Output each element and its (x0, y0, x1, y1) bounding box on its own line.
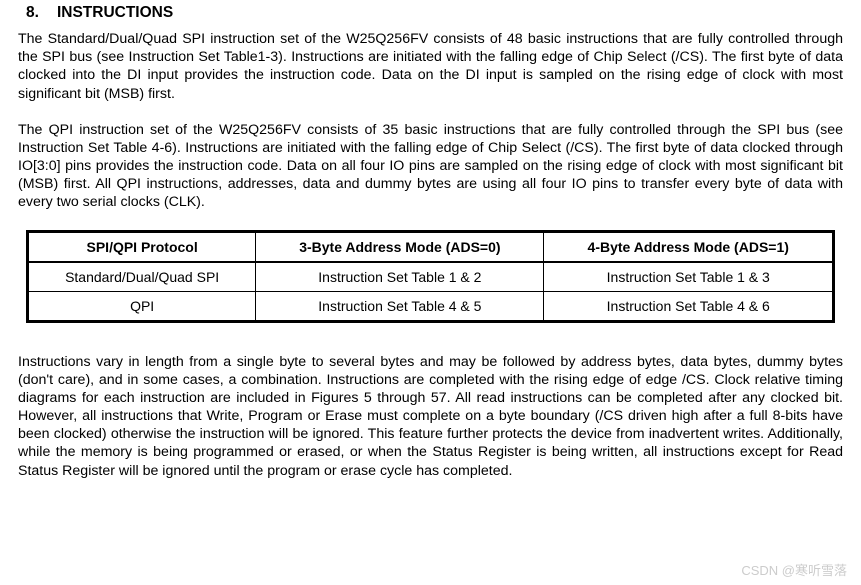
cell-3byte: Instruction Set Table 1 & 2 (256, 262, 544, 292)
paragraph-1: The Standard/Dual/Quad SPI instruction s… (18, 30, 843, 103)
cell-3byte: Instruction Set Table 4 & 5 (256, 291, 544, 321)
cell-4byte: Instruction Set Table 4 & 6 (544, 291, 834, 321)
header-3byte: 3-Byte Address Mode (ADS=0) (256, 231, 544, 262)
paragraph-3: Instructions vary in length from a singl… (18, 353, 843, 480)
table-row: Standard/Dual/Quad SPI Instruction Set T… (28, 262, 834, 292)
table-header-row: SPI/QPI Protocol 3-Byte Address Mode (AD… (28, 231, 834, 262)
protocol-table-wrap: SPI/QPI Protocol 3-Byte Address Mode (AD… (18, 230, 843, 323)
heading-title: INSTRUCTIONS (57, 4, 173, 21)
heading-number: 8. (26, 4, 39, 22)
protocol-table: SPI/QPI Protocol 3-Byte Address Mode (AD… (26, 230, 835, 323)
watermark: CSDN @寒听雪落 (741, 560, 847, 579)
paragraph-2: The QPI instruction set of the W25Q256FV… (18, 121, 843, 212)
header-protocol: SPI/QPI Protocol (28, 231, 256, 262)
table-row: QPI Instruction Set Table 4 & 5 Instruct… (28, 291, 834, 321)
section-heading: 8. INSTRUCTIONS (18, 4, 843, 22)
cell-protocol: QPI (28, 291, 256, 321)
header-4byte: 4-Byte Address Mode (ADS=1) (544, 231, 834, 262)
cell-protocol: Standard/Dual/Quad SPI (28, 262, 256, 292)
cell-4byte: Instruction Set Table 1 & 3 (544, 262, 834, 292)
